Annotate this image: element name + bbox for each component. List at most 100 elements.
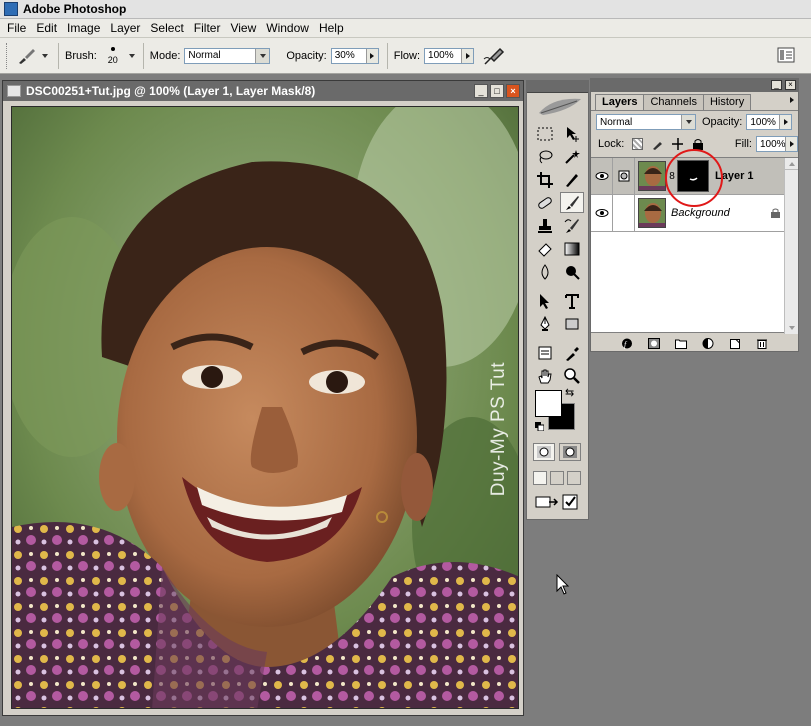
menu-view[interactable]: View (225, 21, 261, 35)
menu-filter[interactable]: Filter (189, 21, 226, 35)
tool-preset-picker[interactable] (16, 43, 54, 69)
fill-slider-arrow-icon[interactable] (785, 137, 797, 151)
brush-preset-picker[interactable]: 20 (101, 42, 125, 70)
magic-wand-icon (565, 149, 580, 164)
menu-file[interactable]: File (2, 21, 31, 35)
gradient-tool[interactable] (560, 238, 584, 259)
visibility-eye-icon[interactable] (591, 194, 613, 232)
palette-menu-icon[interactable] (790, 97, 794, 103)
foreground-color-swatch[interactable] (535, 390, 562, 417)
slice-icon (566, 173, 578, 187)
document-icon (7, 85, 21, 97)
burn-tool[interactable] (560, 261, 584, 282)
blend-mode-select[interactable]: Normal (596, 114, 696, 130)
imageready-app-icon[interactable] (561, 493, 579, 511)
scroll-down-icon[interactable] (788, 326, 795, 330)
flow-field[interactable]: 100% (424, 47, 475, 64)
notes-tool[interactable] (533, 342, 557, 363)
tab-layers[interactable]: Layers (595, 94, 645, 110)
swap-colors-icon[interactable]: ⇆ (565, 386, 574, 399)
adobe-feather-icon[interactable] (533, 95, 585, 117)
opacity-slider-arrow-icon[interactable] (779, 115, 792, 129)
standard-screen-mode-button[interactable] (533, 471, 547, 485)
brush-tool-icon (19, 48, 35, 64)
layer-opacity-field[interactable]: 100% (746, 114, 793, 130)
layer-mask-edit-icon[interactable] (613, 157, 635, 195)
layer-link-cell[interactable] (613, 194, 635, 232)
opacity-field[interactable]: 30% (330, 47, 379, 64)
brush-tool[interactable] (560, 192, 584, 213)
eyedropper-tool[interactable] (560, 342, 584, 363)
close-button[interactable]: × (506, 84, 520, 98)
magic-wand-tool[interactable] (560, 146, 584, 167)
full-screen-menu-mode-button[interactable] (550, 471, 564, 485)
menu-layer[interactable]: Layer (105, 21, 145, 35)
menu-select[interactable]: Select (145, 21, 188, 35)
move-tool[interactable] (560, 123, 584, 144)
fill-label: Fill: (734, 138, 752, 150)
brush-size: 20 (107, 54, 118, 65)
layer-opacity-value: 100% (750, 116, 776, 128)
zoom-tool[interactable] (560, 365, 584, 386)
palette-title-bar[interactable]: _ × (591, 79, 798, 92)
healing-brush-tool[interactable] (533, 192, 557, 213)
brush-dropdown-icon[interactable] (128, 53, 135, 58)
opacity-slider-arrow-icon[interactable] (365, 48, 378, 63)
menu-edit[interactable]: Edit (31, 21, 62, 35)
marquee-tool[interactable] (533, 123, 557, 144)
background-thumbnail[interactable] (638, 198, 666, 228)
palette-well-icon[interactable] (775, 44, 797, 66)
tab-history[interactable]: History (702, 94, 752, 110)
menu-help[interactable]: Help (314, 21, 349, 35)
jump-to-imageready-icon[interactable] (535, 493, 559, 511)
hand-tool[interactable] (533, 365, 557, 386)
options-bar-grip[interactable] (6, 42, 10, 69)
airbrush-icon[interactable] (482, 45, 506, 67)
shape-tool[interactable] (560, 313, 584, 334)
mode-value: Normal (188, 50, 221, 61)
palette-minimize-button[interactable]: _ (771, 80, 782, 90)
layer-list-scrollbar[interactable] (784, 158, 798, 334)
menu-image[interactable]: Image (62, 21, 105, 35)
layer-style-icon[interactable]: f (621, 338, 633, 349)
full-screen-mode-button[interactable] (567, 471, 581, 485)
new-adjustment-layer-icon[interactable] (702, 337, 714, 349)
pen-tool[interactable] (533, 313, 557, 334)
image-canvas[interactable]: Duy-My PS Tut (11, 106, 519, 709)
maximize-button[interactable]: □ (490, 84, 504, 98)
lock-position-icon[interactable] (672, 138, 684, 150)
slice-tool[interactable] (560, 169, 584, 190)
new-layer-icon[interactable] (729, 338, 741, 349)
lasso-tool[interactable] (533, 146, 557, 167)
document-window[interactable]: DSC00251+Tut.jpg @ 100% (Layer 1, Layer … (2, 80, 524, 716)
delete-layer-trash-icon[interactable] (756, 338, 768, 349)
visibility-eye-icon[interactable] (591, 157, 613, 195)
lock-image-pixels-icon[interactable] (652, 138, 663, 150)
default-colors-icon[interactable] (535, 422, 544, 431)
add-layer-mask-icon[interactable] (647, 337, 660, 349)
mode-select[interactable]: Normal (184, 47, 271, 64)
standard-mode-button[interactable] (533, 443, 555, 461)
path-selection-tool[interactable] (533, 290, 557, 311)
toolbox-title-bar[interactable] (527, 81, 588, 93)
tab-channels[interactable]: Channels (643, 94, 704, 110)
scroll-up-icon[interactable] (788, 161, 795, 166)
menu-window[interactable]: Window (261, 21, 314, 35)
blur-tool[interactable] (533, 261, 557, 282)
eraser-tool[interactable] (533, 238, 557, 259)
history-brush-tool[interactable] (560, 215, 584, 236)
quick-mask-mode-button[interactable] (559, 443, 581, 461)
type-tool[interactable] (560, 290, 584, 311)
lock-transparent-pixels-icon[interactable] (632, 138, 644, 150)
crop-tool[interactable] (533, 169, 557, 190)
layer-thumbnail[interactable] (638, 161, 666, 191)
clone-stamp-tool[interactable] (533, 215, 557, 236)
layer-name: Background (671, 207, 730, 219)
mode-label: Mode: (149, 49, 181, 62)
document-title-bar[interactable]: DSC00251+Tut.jpg @ 100% (Layer 1, Layer … (3, 81, 523, 101)
new-group-folder-icon[interactable] (674, 338, 687, 349)
fill-field[interactable]: 100% (755, 136, 798, 152)
flow-slider-arrow-icon[interactable] (461, 48, 474, 63)
minimize-button[interactable]: _ (474, 84, 488, 98)
palette-close-button[interactable]: × (785, 80, 796, 90)
